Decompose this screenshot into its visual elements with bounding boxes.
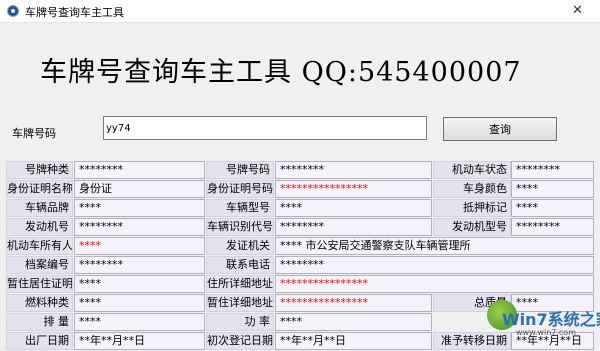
field-label: 车身颜色: [433, 180, 511, 198]
field-label: 初次登记日期: [206, 332, 274, 350]
field-label: 抵押标记: [433, 199, 511, 217]
field-value: ********: [74, 256, 205, 274]
field-label: 暂住详细地址: [206, 294, 274, 312]
field-label: 出厂日期: [6, 332, 73, 350]
field-value: ****: [74, 275, 205, 293]
field-label: 发动机号: [6, 218, 73, 236]
field-label: 功 率: [206, 313, 274, 331]
field-label: 排 量: [6, 313, 73, 331]
field-value: ****: [275, 199, 432, 217]
field-label: 住所详细地址: [206, 275, 274, 293]
field-label: 号牌种类: [6, 161, 73, 179]
field-label: 发动机型号: [433, 218, 511, 236]
plate-number-input[interactable]: [103, 116, 427, 140]
info-row: 机动车所有人 **** 发证机关 **** 市公安局交通警察支队车辆管理所: [6, 237, 594, 255]
field-value: ********: [74, 218, 205, 236]
field-value: ****: [74, 199, 205, 217]
field-value: ********: [74, 161, 205, 179]
field-value: ****************: [275, 180, 432, 198]
field-value: ********: [511, 161, 594, 179]
watermark-text: Win7系统之家: [502, 310, 600, 329]
field-value: 身份证: [74, 180, 205, 198]
query-button[interactable]: 查询: [443, 117, 557, 141]
field-value: ****: [275, 313, 432, 331]
window-title: 车牌号查询车主工具: [25, 6, 124, 19]
info-row: 号牌种类 ******** 号牌号码 ******** 机动车状态 ******…: [6, 161, 594, 179]
field-value: ********: [275, 218, 432, 236]
field-label: 发证机关: [206, 237, 274, 255]
info-row: 档案编号 ******** 联系电话 ********: [6, 256, 594, 274]
close-button[interactable]: ✕: [555, 0, 600, 22]
info-row: 暂住居住证明 **** 住所详细地址 ****************: [6, 275, 594, 293]
field-value: ********: [275, 256, 594, 274]
field-label: 车辆型号: [206, 199, 274, 217]
field-value: ****************: [275, 275, 594, 293]
field-value: ****: [74, 294, 205, 312]
field-value: ****: [511, 180, 594, 198]
watermark-url: www.win7.com: [516, 328, 576, 337]
field-value: ********: [275, 161, 432, 179]
field-value: **年**月**日: [275, 332, 432, 350]
site-watermark: Win7系统之家 www.win7.com: [482, 298, 600, 344]
field-label: 机动车所有人: [6, 237, 73, 255]
field-value: ****: [74, 313, 205, 331]
field-label: 档案编号: [6, 256, 73, 274]
field-label: 燃料种类: [6, 294, 73, 312]
field-value: ****: [74, 237, 205, 255]
field-value: ********: [511, 218, 594, 236]
field-label: 车辆识别代号: [206, 218, 274, 236]
field-label: 机动车状态: [433, 161, 511, 179]
info-row: 车辆品牌 **** 车辆型号 **** 抵押标记 ****: [6, 199, 594, 217]
app-icon: [7, 5, 19, 17]
field-value: ****************: [275, 294, 432, 312]
field-label: 暂住居住证明: [6, 275, 73, 293]
plate-number-label: 车牌号码: [12, 127, 56, 140]
field-label: 身份证明名称: [6, 180, 73, 198]
title-bar: 车牌号查询车主工具 ✕: [0, 0, 600, 23]
field-label: 车辆品牌: [6, 199, 73, 217]
info-row: 身份证明名称 身份证 身份证明号码 **************** 车身颜色 …: [6, 180, 594, 198]
field-label: 联系电话: [206, 256, 274, 274]
field-label: 身份证明号码: [206, 180, 274, 198]
field-value: **年**月**日: [74, 332, 205, 350]
field-value: ****: [511, 199, 594, 217]
field-label: 号牌号码: [206, 161, 274, 179]
info-row: 发动机号 ******** 车辆识别代号 ******** 发动机型号 ****…: [6, 218, 594, 236]
page-title: 车牌号查询车主工具 QQ:545400007: [40, 57, 522, 88]
field-value: **** 市公安局交通警察支队车辆管理所: [275, 237, 594, 255]
